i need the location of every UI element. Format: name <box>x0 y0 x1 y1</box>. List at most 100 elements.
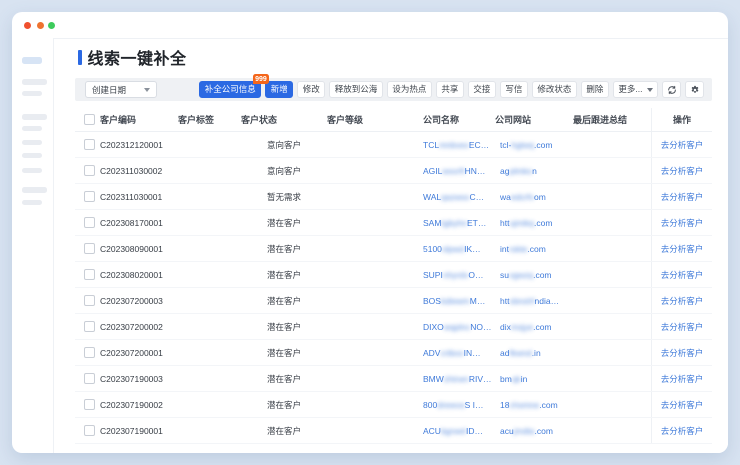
analyze-customer-link[interactable]: 去分析客户 <box>661 347 704 359</box>
toolbar-button[interactable]: 删除 <box>581 81 609 98</box>
company-name-link[interactable]: DIXOwqplncNO… <box>423 314 495 339</box>
visible-text: HN… <box>465 166 486 176</box>
table-settings-button[interactable] <box>685 81 704 98</box>
date-filter-select[interactable]: 创建日期 <box>85 81 157 98</box>
app-window: 线索一键补全 创建日期 补全公司信息 999 新增 修改释放到公海设为热点共享交… <box>12 12 728 453</box>
add-button[interactable]: 新增 <box>265 81 293 98</box>
analyze-customer-link[interactable]: 去分析客户 <box>661 165 704 177</box>
company-website-link[interactable]: adfkwnd.in <box>495 340 573 365</box>
row-checkbox[interactable] <box>84 269 95 280</box>
followup-summary-cell <box>573 184 651 209</box>
redacted-text: plmko <box>509 166 532 176</box>
select-all-checkbox[interactable] <box>84 114 95 125</box>
toolbar-button[interactable]: 修改 <box>297 81 325 98</box>
visible-text: ACU <box>423 426 441 436</box>
company-name-link[interactable]: ACUbgrwelID… <box>423 418 495 443</box>
traffic-light-close-button[interactable] <box>24 22 31 29</box>
toolbar-button[interactable]: 释放到公海 <box>329 81 383 98</box>
visible-text: 18 <box>500 400 509 410</box>
company-website-link[interactable]: waedcrfvom <box>495 184 573 209</box>
company-name-link[interactable]: BMWzhtrwnRIV… <box>423 366 495 391</box>
column-header: 公司名称 <box>423 108 495 131</box>
traffic-light-zoom-button[interactable] <box>48 22 55 29</box>
followup-summary-cell <box>573 288 651 313</box>
column-header: 最后跟进总结 <box>573 108 651 131</box>
analyze-customer-link[interactable]: 去分析客户 <box>661 321 704 333</box>
visible-text: TCL <box>423 140 439 150</box>
company-website-link[interactable]: suvgwzq.com <box>495 262 573 287</box>
row-checkbox[interactable] <box>84 373 95 384</box>
company-website-link[interactable]: 18chsmne.com <box>495 392 573 417</box>
analyze-customer-link[interactable]: 去分析客户 <box>661 425 704 437</box>
traffic-light-minimize-button[interactable] <box>37 22 44 29</box>
toolbar-button[interactable]: 设为热点 <box>387 81 432 98</box>
chevron-down-icon <box>144 88 150 92</box>
analyze-customer-link[interactable]: 去分析客户 <box>661 139 704 151</box>
company-website-link[interactable]: httxbnshfndia… <box>495 288 573 313</box>
row-checkbox[interactable] <box>84 295 95 306</box>
row-checkbox[interactable] <box>84 191 95 202</box>
company-website-link[interactable]: agplmkon <box>495 158 573 183</box>
customer-tag-cell <box>178 132 241 157</box>
visible-text: .com <box>534 140 552 150</box>
company-name-link[interactable]: ADVcrtboxIN… <box>423 340 495 365</box>
company-name-link[interactable]: 800 drewvaS I… <box>423 392 495 417</box>
customer-level-cell <box>327 210 423 235</box>
company-name-link[interactable]: SAMtgbyhnET… <box>423 210 495 235</box>
toolbar-button[interactable]: 交接 <box>468 81 496 98</box>
page-title: 线索一键补全 <box>88 45 187 69</box>
sidebar-item-skeleton <box>22 140 42 145</box>
company-name-link[interactable]: AGILwsxrftHN… <box>423 158 495 183</box>
company-name-link[interactable]: TCL mnbvexEC… <box>423 132 495 157</box>
company-name-link[interactable]: WALqazwsxC… <box>423 184 495 209</box>
action-cell: 去分析客户 <box>651 236 712 261</box>
company-website-link[interactable]: httujmikq.com <box>495 210 573 235</box>
toolbar-button[interactable]: 写信 <box>500 81 528 98</box>
row-checkbox-cell <box>75 210 100 235</box>
redacted-text: xbnshf <box>509 296 534 306</box>
visible-text: AGIL <box>423 166 442 176</box>
analyze-customer-link[interactable]: 去分析客户 <box>661 373 704 385</box>
row-checkbox[interactable] <box>84 321 95 332</box>
complete-company-info-button[interactable]: 补全公司信息 999 <box>199 81 261 98</box>
customer-code-cell: C202308090001 <box>100 236 178 261</box>
customer-tag-cell <box>178 210 241 235</box>
visible-text: ET… <box>467 218 486 228</box>
toolbar-button[interactable]: 修改状态 <box>532 81 577 98</box>
redacted-text: bgrwel <box>441 426 466 436</box>
window-titlebar <box>12 12 728 38</box>
analyze-customer-link[interactable]: 去分析客户 <box>661 295 704 307</box>
row-checkbox[interactable] <box>84 217 95 228</box>
gear-icon <box>690 85 700 95</box>
company-name-link[interactable]: BOSkdiewmM… <box>423 288 495 313</box>
company-website-link[interactable]: intrskte.com <box>495 236 573 261</box>
row-checkbox[interactable] <box>84 243 95 254</box>
company-website-link[interactable]: acujmdta.com <box>495 418 573 443</box>
row-checkbox[interactable] <box>84 139 95 150</box>
company-name-link[interactable]: 5100 olpwdIK… <box>423 236 495 261</box>
analyze-customer-link[interactable]: 去分析客户 <box>661 191 704 203</box>
action-cell: 去分析客户 <box>651 210 712 235</box>
company-website-link[interactable]: bmqkin <box>495 366 573 391</box>
visible-text: .com <box>533 322 551 332</box>
company-website-link[interactable]: dixmsjye.com <box>495 314 573 339</box>
analyze-customer-link[interactable]: 去分析客户 <box>661 399 704 411</box>
redacted-text: ujmikq <box>509 218 534 228</box>
refresh-button[interactable] <box>662 81 681 98</box>
row-checkbox[interactable] <box>84 165 95 176</box>
row-checkbox[interactable] <box>84 425 95 436</box>
toolbar-button[interactable]: 共享 <box>436 81 464 98</box>
followup-summary-cell <box>573 418 651 443</box>
company-name-link[interactable]: SUPInhyrdxO… <box>423 262 495 287</box>
table-row: C202307200001潜在客户ADVcrtboxIN…adfkwnd.in去… <box>75 340 712 366</box>
more-button[interactable]: 更多... <box>613 81 658 98</box>
row-checkbox[interactable] <box>84 347 95 358</box>
redacted-text: olpwd <box>442 244 464 254</box>
analyze-customer-link[interactable]: 去分析客户 <box>661 269 704 281</box>
analyze-customer-link[interactable]: 去分析客户 <box>661 217 704 229</box>
visible-text: M… <box>470 296 486 306</box>
row-checkbox[interactable] <box>84 399 95 410</box>
analyze-customer-link[interactable]: 去分析客户 <box>661 243 704 255</box>
company-website-link[interactable]: tcl-hgtwq.com <box>495 132 573 157</box>
customer-status-cell: 暂无需求 <box>241 184 327 209</box>
